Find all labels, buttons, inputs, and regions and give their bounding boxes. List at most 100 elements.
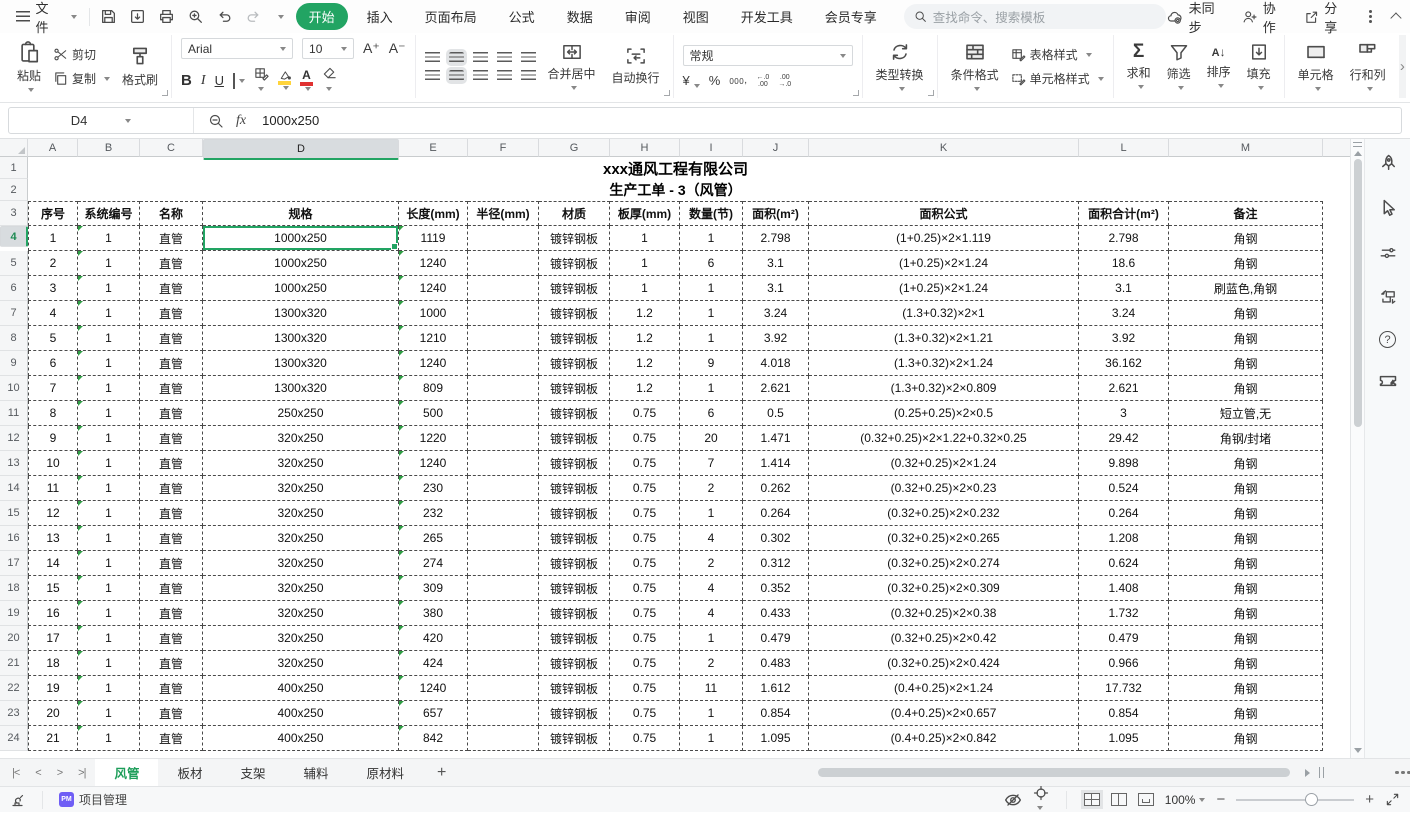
cell-A20[interactable]: 17 — [28, 626, 78, 651]
cell-G19[interactable]: 镀锌钢板 — [539, 601, 610, 626]
cell-C8[interactable]: 直管 — [140, 326, 203, 351]
cell-E20[interactable]: 420 — [399, 626, 468, 651]
cell-C14[interactable]: 直管 — [140, 476, 203, 501]
cell-C24[interactable]: 直管 — [140, 726, 203, 751]
cell-L12[interactable]: 29.42 — [1079, 426, 1169, 451]
cell-L21[interactable]: 0.966 — [1079, 651, 1169, 676]
cell-K3[interactable]: 面积公式 — [809, 201, 1079, 226]
cell-C7[interactable]: 直管 — [140, 301, 203, 326]
cell-B3[interactable]: 系统编号 — [78, 201, 140, 226]
cell-A18[interactable]: 15 — [28, 576, 78, 601]
add-sheet-button[interactable] — [423, 764, 460, 782]
cell-D18[interactable]: 320x250 — [203, 576, 399, 601]
borders-button[interactable] — [233, 74, 245, 88]
cell-E13[interactable]: 1240 — [399, 451, 468, 476]
cell-L8[interactable]: 3.92 — [1079, 326, 1169, 351]
type-convert-button[interactable]: 类型转换 — [872, 40, 928, 93]
cell-M24[interactable]: 角钢 — [1169, 726, 1323, 751]
row-header-20[interactable]: 20 — [0, 626, 28, 651]
cell-D10[interactable]: 1300x320 — [203, 376, 399, 401]
cell-A7[interactable]: 4 — [28, 301, 78, 326]
cell-D15[interactable]: 320x250 — [203, 501, 399, 526]
column-header-A[interactable]: A — [28, 139, 78, 157]
cell-G17[interactable]: 镀锌钢板 — [539, 551, 610, 576]
cell-C4[interactable]: 直管 — [140, 226, 203, 251]
fullscreen-button[interactable] — [1385, 792, 1400, 807]
column-header-B[interactable]: B — [78, 139, 140, 157]
cell-C5[interactable]: 直管 — [140, 251, 203, 276]
cell-M9[interactable]: 角钢 — [1169, 351, 1323, 376]
cell-G20[interactable]: 镀锌钢板 — [539, 626, 610, 651]
cell-A3[interactable]: 序号 — [28, 201, 78, 226]
grow-font-button[interactable]: A⁺ — [363, 40, 380, 57]
tab-开始[interactable]: 开始 — [296, 3, 348, 30]
cell-B10[interactable]: 1 — [78, 376, 140, 401]
cell-D4[interactable]: 1000x250 — [203, 226, 399, 251]
conditional-format-button[interactable]: 条件格式 — [947, 40, 1003, 93]
scroll-right-icon[interactable] — [1305, 769, 1310, 777]
cell-F6[interactable] — [468, 276, 539, 301]
align-right-button[interactable] — [473, 70, 488, 81]
column-header-M[interactable]: M — [1169, 139, 1323, 157]
cell-M3[interactable]: 备注 — [1169, 201, 1323, 226]
cells-button[interactable]: 单元格 — [1294, 40, 1338, 93]
cell-J19[interactable]: 0.433 — [743, 601, 809, 626]
formula-input[interactable]: 1000x250 — [262, 113, 319, 128]
row-header-16[interactable]: 16 — [0, 526, 28, 551]
cell-C16[interactable]: 直管 — [140, 526, 203, 551]
cell-E17[interactable]: 274 — [399, 551, 468, 576]
vertical-scrollbar-thumb[interactable] — [1354, 159, 1362, 427]
cell-G7[interactable]: 镀锌钢板 — [539, 301, 610, 326]
align-top-button[interactable] — [425, 52, 440, 63]
cell-G13[interactable]: 镀锌钢板 — [539, 451, 610, 476]
cell-I9[interactable]: 9 — [680, 351, 743, 376]
cell-D11[interactable]: 250x250 — [203, 401, 399, 426]
cell-A23[interactable]: 20 — [28, 701, 78, 726]
horizontal-scrollbar-thumb[interactable] — [818, 768, 1290, 777]
cell-L13[interactable]: 9.898 — [1079, 451, 1169, 476]
cell-A15[interactable]: 12 — [28, 501, 78, 526]
cell-G6[interactable]: 镀锌钢板 — [539, 276, 610, 301]
cell-G24[interactable]: 镀锌钢板 — [539, 726, 610, 751]
row-header-15[interactable]: 15 — [0, 501, 28, 526]
cell-K13[interactable]: (0.32+0.25)×2×1.24 — [809, 451, 1079, 476]
cell-H18[interactable]: 0.75 — [610, 576, 680, 601]
cell-D21[interactable]: 320x250 — [203, 651, 399, 676]
cell-F4[interactable] — [468, 226, 539, 251]
justify-button[interactable] — [497, 70, 512, 81]
cell-H7[interactable]: 1.2 — [610, 301, 680, 326]
cell-L15[interactable]: 0.264 — [1079, 501, 1169, 526]
tab-开发工具[interactable]: 开发工具 — [728, 3, 806, 30]
cell-D19[interactable]: 320x250 — [203, 601, 399, 626]
cell-F24[interactable] — [468, 726, 539, 751]
cell-C6[interactable]: 直管 — [140, 276, 203, 301]
cell-C10[interactable]: 直管 — [140, 376, 203, 401]
cell-L14[interactable]: 0.524 — [1079, 476, 1169, 501]
row-header-9[interactable]: 9 — [0, 351, 28, 376]
cell-E23[interactable]: 657 — [399, 701, 468, 726]
tab-页面布局[interactable]: 页面布局 — [412, 3, 490, 30]
row-header-7[interactable]: 7 — [0, 301, 28, 326]
cell-K22[interactable]: (0.4+0.25)×2×1.24 — [809, 676, 1079, 701]
cell-M18[interactable]: 角钢 — [1169, 576, 1323, 601]
cell-G8[interactable]: 镀锌钢板 — [539, 326, 610, 351]
zoom-slider-handle[interactable] — [1305, 793, 1318, 806]
cell-E19[interactable]: 380 — [399, 601, 468, 626]
cell-B20[interactable]: 1 — [78, 626, 140, 651]
selection-locate-button[interactable] — [1033, 785, 1049, 815]
cell-H3[interactable]: 板厚(mm) — [610, 201, 680, 226]
promotion-button[interactable] — [1376, 369, 1400, 393]
cell-I14[interactable]: 2 — [680, 476, 743, 501]
cell-H24[interactable]: 0.75 — [610, 726, 680, 751]
cell-H4[interactable]: 1 — [610, 226, 680, 251]
prev-sheet-icon[interactable] — [35, 767, 40, 779]
cell-I19[interactable]: 4 — [680, 601, 743, 626]
cell-E3[interactable]: 长度(mm) — [399, 201, 468, 226]
cell-J20[interactable]: 0.479 — [743, 626, 809, 651]
cell-F3[interactable]: 半径(mm) — [468, 201, 539, 226]
print-button[interactable] — [158, 8, 175, 25]
row-header-22[interactable]: 22 — [0, 676, 28, 701]
cell-F19[interactable] — [468, 601, 539, 626]
zoom-slider[interactable] — [1236, 799, 1354, 801]
cell-F18[interactable] — [468, 576, 539, 601]
